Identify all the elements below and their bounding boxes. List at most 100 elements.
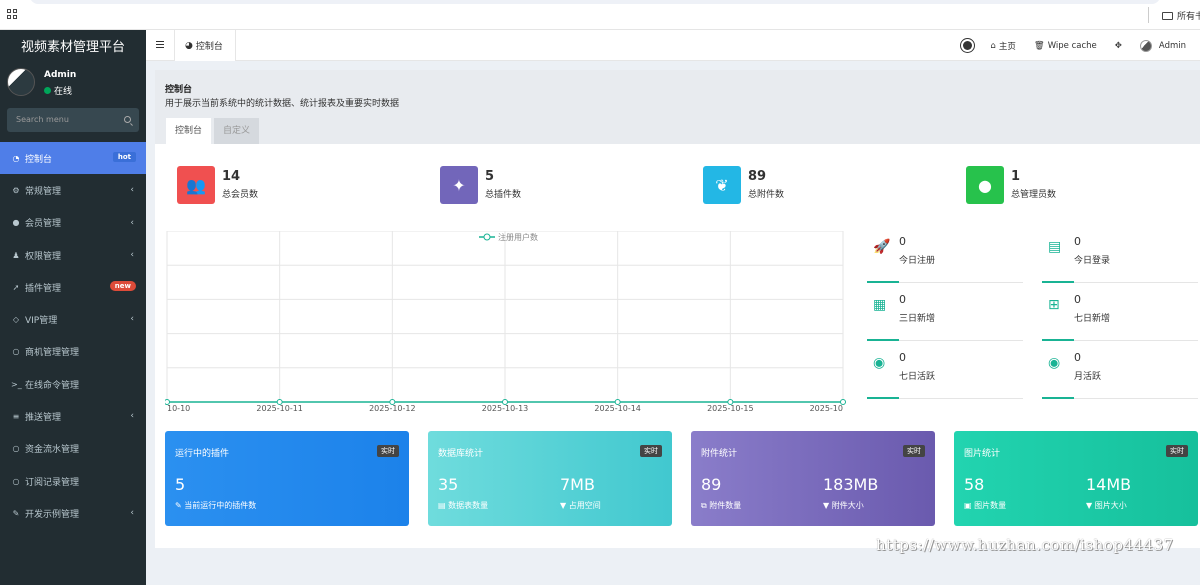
fullscreen-button[interactable]: ✥ [1106, 41, 1131, 51]
magic-icon: ✎ [175, 501, 185, 510]
mini-stat-month-active: ◉ 0 月活跃 [1042, 347, 1198, 399]
main-panel: 控制台 用于展示当前系统中的统计数据、统计报表及重要实时数据 控制台 自定义 👥… [155, 70, 1200, 548]
terminal-icon: >_ [11, 379, 22, 389]
rocket-icon: ➚ [12, 282, 20, 292]
card-caption-2: ▼ 占用空间 [560, 500, 601, 511]
home-link[interactable]: ⌂ 主页 [981, 40, 1024, 52]
id-card-icon: ▤ [1048, 239, 1062, 255]
theme-toggle-button[interactable] [954, 41, 981, 50]
avatar [7, 68, 35, 96]
chevron-left-icon: ‹ [130, 314, 134, 325]
search-icon[interactable] [124, 116, 131, 123]
card-caption-label: 附件大小 [831, 501, 864, 510]
sidebar-item-label: 商机管理管理 [25, 348, 80, 359]
home-label: 主页 [998, 41, 1016, 52]
stat-label: 总会员数 [222, 190, 259, 200]
mini-stat-value: 0 [899, 351, 906, 364]
apps-grid-icon[interactable] [7, 9, 17, 19]
card-value-2: 14MB [1086, 475, 1132, 494]
card-running-plugins: 运行中的插件 实时 5 ✎ 当前运行中的插件数 [165, 431, 409, 526]
chevron-left-icon: ‹ [130, 508, 134, 519]
sidebar-item-dashboard[interactable]: ◔ 控制台 hot [0, 142, 146, 175]
mini-stat-today-login: ▤ 0 今日登录 [1042, 231, 1198, 283]
card-caption-label: 图片数量 [974, 501, 1007, 510]
card-caption-label: 数据表数量 [448, 501, 489, 510]
sidebar-item-business[interactable]: ○ 商机管理管理 [0, 336, 146, 368]
card-caption-2: ▼ 附件大小 [823, 500, 864, 511]
group-icon: ♟ [12, 250, 20, 260]
user-circle-icon: ◉ [873, 355, 886, 371]
user-panel: Admin 在线 [0, 60, 146, 102]
card-value-2: 183MB [823, 475, 879, 494]
menu-toggle-icon[interactable] [156, 41, 164, 48]
sidebar-item-push[interactable]: ≡ 推送管理 ‹ [0, 400, 146, 432]
card-value: 89 [701, 475, 722, 494]
sidebar-item-label: 在线命令管理 [25, 380, 80, 391]
navbar-right: ⌂ 主页 🗑 Wipe cache ✥ Admin [954, 30, 1200, 61]
user-name: Admin [44, 70, 77, 80]
user-menu[interactable]: Admin [1131, 39, 1200, 52]
sidebar-item-label: 控制台 [25, 154, 53, 165]
circle-icon: ○ [12, 347, 20, 357]
mini-stat-value: 0 [1074, 235, 1081, 248]
sidebar-item-members[interactable]: ● 会员管理 ‹ [0, 207, 146, 239]
tab-label: 控制台 [195, 42, 223, 52]
x-tick-label: 2025-10-13 [482, 404, 529, 411]
sidebar-item-finance[interactable]: ○ 资金流水管理 [0, 433, 146, 465]
card-caption-label: 占用空间 [568, 501, 601, 510]
image-icon: ▣ [964, 501, 975, 510]
x-tick-label: 2025-10-14 [594, 404, 641, 411]
sidebar-item-plugins[interactable]: ➚ 插件管理 new [0, 271, 146, 303]
sidebar-item-subscriptions[interactable]: ○ 订阅记录管理 [0, 465, 146, 497]
mini-stat-three-day: ▦ 0 三日新增 [867, 289, 1023, 341]
chevron-left-icon: ‹ [130, 185, 134, 196]
sidebar-item-examples[interactable]: ✎ 开发示例管理 ‹ [0, 497, 146, 529]
stat-value: 5 [485, 169, 495, 184]
wipe-cache-button[interactable]: 🗑 Wipe cache [1025, 41, 1106, 51]
users-icon: 👥 [177, 166, 215, 204]
chevron-left-icon: ‹ [130, 411, 134, 422]
watermark-text: https://www.huzhan.com/ishop44437 [876, 536, 1174, 554]
card-database: 数据库统计 实时 35 ▤ 数据表数量 7MB ▼ 占用空间 [428, 431, 672, 526]
tab-console[interactable]: 控制台 [166, 118, 212, 144]
app-brand[interactable]: 视频素材管理平台 [0, 30, 146, 60]
sidebar-item-online-command[interactable]: >_ 在线命令管理 [0, 368, 146, 400]
circle-icon: ○ [12, 444, 20, 454]
mini-stat-seven-day-active: ◉ 0 七日活跃 [867, 347, 1023, 399]
mini-stat-seven-day: ⊞ 0 七日新增 [1042, 289, 1198, 341]
mini-stat-label: 今日登录 [1074, 256, 1111, 266]
card-title: 图片统计 [964, 449, 1001, 459]
circle-icon: ○ [12, 476, 20, 486]
card-caption-label: 附件数量 [709, 501, 742, 510]
mini-stat-label: 七日新增 [1074, 314, 1111, 324]
search-input[interactable]: Search menu [7, 108, 139, 132]
tab-dashboard[interactable]: ◕ 控制台 [174, 30, 236, 61]
sidebar-item-label: 订阅记录管理 [25, 477, 80, 488]
sidebar-item-label: 资金流水管理 [25, 445, 80, 456]
mini-stat-today-register: 🚀 0 今日注册 [867, 231, 1023, 283]
user-status: 在线 [44, 84, 72, 97]
all-bookmarks-label: 所有书 [1177, 12, 1200, 22]
divider [867, 281, 1023, 283]
realtime-tag: 实时 [377, 445, 399, 457]
page-title: 控制台 [165, 85, 193, 95]
filter-icon: ▼ [823, 501, 832, 510]
all-bookmarks-button[interactable]: 所有书 [1162, 9, 1200, 22]
sidebar-item-vip[interactable]: ◇ VIP管理 ‹ [0, 303, 146, 335]
tab-custom[interactable]: 自定义 [214, 118, 260, 144]
card-title: 数据库统计 [438, 449, 484, 459]
mini-stat-label: 今日注册 [899, 256, 936, 266]
sidebar-item-permissions[interactable]: ♟ 权限管理 ‹ [0, 239, 146, 271]
sidebar-item-general[interactable]: ⚙ 常规管理 ‹ [0, 174, 146, 206]
sidebar-item-label: 推送管理 [25, 413, 62, 424]
user-circle-icon: ● [12, 218, 20, 228]
realtime-tag: 实时 [640, 445, 662, 457]
stat-label: 总插件数 [485, 190, 522, 200]
sidebar-item-label: 插件管理 [25, 283, 62, 294]
mini-stat-value: 0 [899, 293, 906, 306]
mini-stat-label: 七日活跃 [899, 372, 936, 382]
stat-plugins: ✦ 5 总插件数 [440, 166, 521, 204]
divider [1042, 339, 1198, 341]
divider [1042, 281, 1198, 283]
stat-value: 1 [1011, 169, 1021, 184]
